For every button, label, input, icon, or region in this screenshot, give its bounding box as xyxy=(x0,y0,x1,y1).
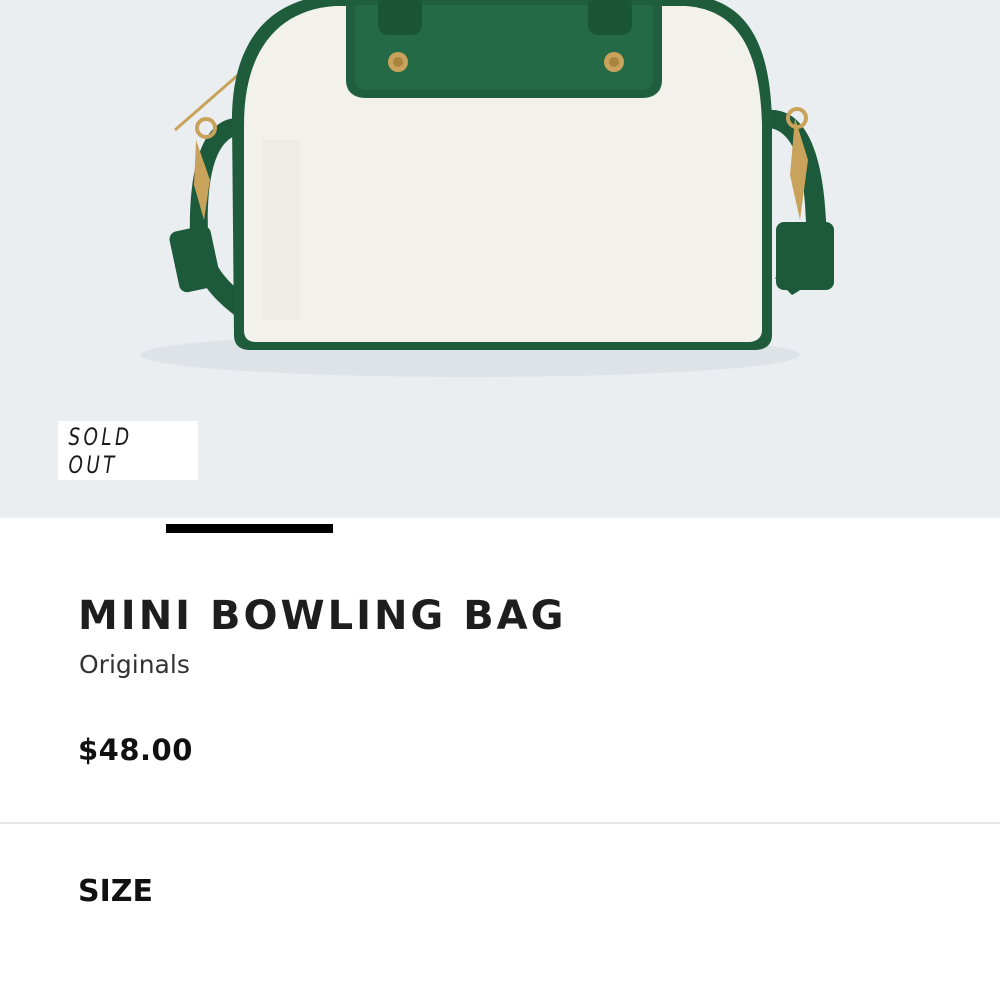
section-divider xyxy=(0,822,1000,824)
sold-out-label: SOLD OUT xyxy=(68,422,133,479)
product-price: $48.00 xyxy=(78,733,193,767)
product-image[interactable]: SOLD OUT xyxy=(0,0,1000,518)
product-title: MINI BOWLING BAG xyxy=(78,593,567,639)
carousel-active-indicator[interactable] xyxy=(166,524,333,533)
product-category[interactable]: Originals xyxy=(79,648,190,682)
sold-out-badge: SOLD OUT xyxy=(58,421,198,480)
size-section-heading: SIZE xyxy=(78,874,154,909)
